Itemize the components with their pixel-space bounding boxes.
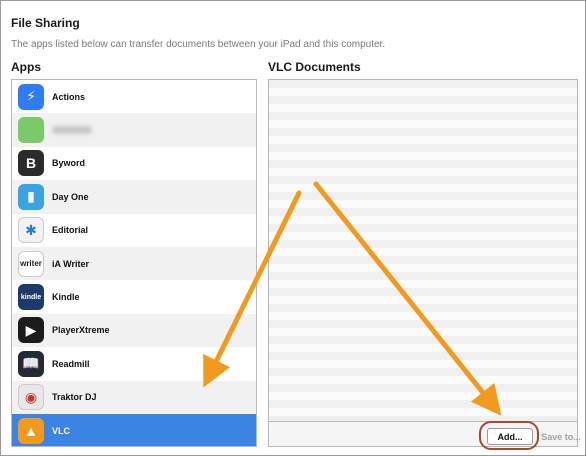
app-label: PlayerXtreme [52, 325, 110, 336]
book-icon: 📖 [18, 350, 44, 377]
app-row-editorial[interactable]: ✱ Editorial [12, 214, 256, 247]
asterisk-icon: ✱ [18, 217, 44, 244]
app-row-ia-writer[interactable]: writer iA Writer [12, 246, 256, 281]
documents-list[interactable] [268, 79, 578, 422]
app-label: Traktor DJ [52, 392, 97, 403]
writer-icon: writer [18, 250, 44, 277]
page-subtitle: The apps listed below can transfer docum… [11, 39, 386, 50]
app-row-actions[interactable]: ⚡ Actions [12, 80, 256, 113]
byword-b-icon: B [18, 150, 44, 177]
app-label: Editorial [52, 225, 89, 236]
app-row-vlc[interactable]: ▲ VLC [12, 413, 256, 446]
app-label: Byword [52, 158, 86, 169]
app-row-day-one[interactable]: ▮ Day One [12, 180, 256, 214]
lightning-icon: ⚡ [18, 83, 44, 110]
app-row-playerxtreme[interactable]: ▶ PlayerXtreme [12, 313, 256, 348]
blurred-app-icon [18, 117, 44, 144]
documents-heading: VLC Documents [268, 60, 361, 74]
app-label: VLC [52, 425, 70, 436]
app-label: Kindle [52, 292, 80, 303]
kindle-icon: kindle [18, 284, 44, 311]
app-row-kindle[interactable]: kindle Kindle [12, 280, 256, 313]
app-row-readmill[interactable]: 📖 Readmill [12, 347, 256, 380]
app-label: iA Writer [52, 258, 90, 269]
app-row-hidden[interactable] [12, 113, 256, 147]
app-label: Readmill [52, 358, 90, 369]
add-button-highlight-ring [479, 421, 539, 450]
play-icon: ▶ [18, 317, 44, 344]
app-label: Actions [52, 91, 86, 102]
bookmark-icon: ▮ [18, 183, 44, 210]
apps-heading: Apps [11, 60, 41, 74]
app-label: Day One [52, 191, 89, 202]
traffic-cone-icon: ▲ [18, 417, 44, 444]
blurred-app-label [52, 126, 92, 135]
traktor-icon: ◉ [18, 384, 44, 411]
apps-list[interactable]: ⚡ Actions B Byword ▮ Day One ✱ Editorial writer i… [11, 79, 257, 447]
save-to-button[interactable]: Save to... [540, 428, 582, 445]
app-row-byword[interactable]: B Byword [12, 147, 256, 180]
page-title: File Sharing [11, 16, 80, 30]
app-row-traktor-dj[interactable]: ◉ Traktor DJ [12, 380, 256, 414]
